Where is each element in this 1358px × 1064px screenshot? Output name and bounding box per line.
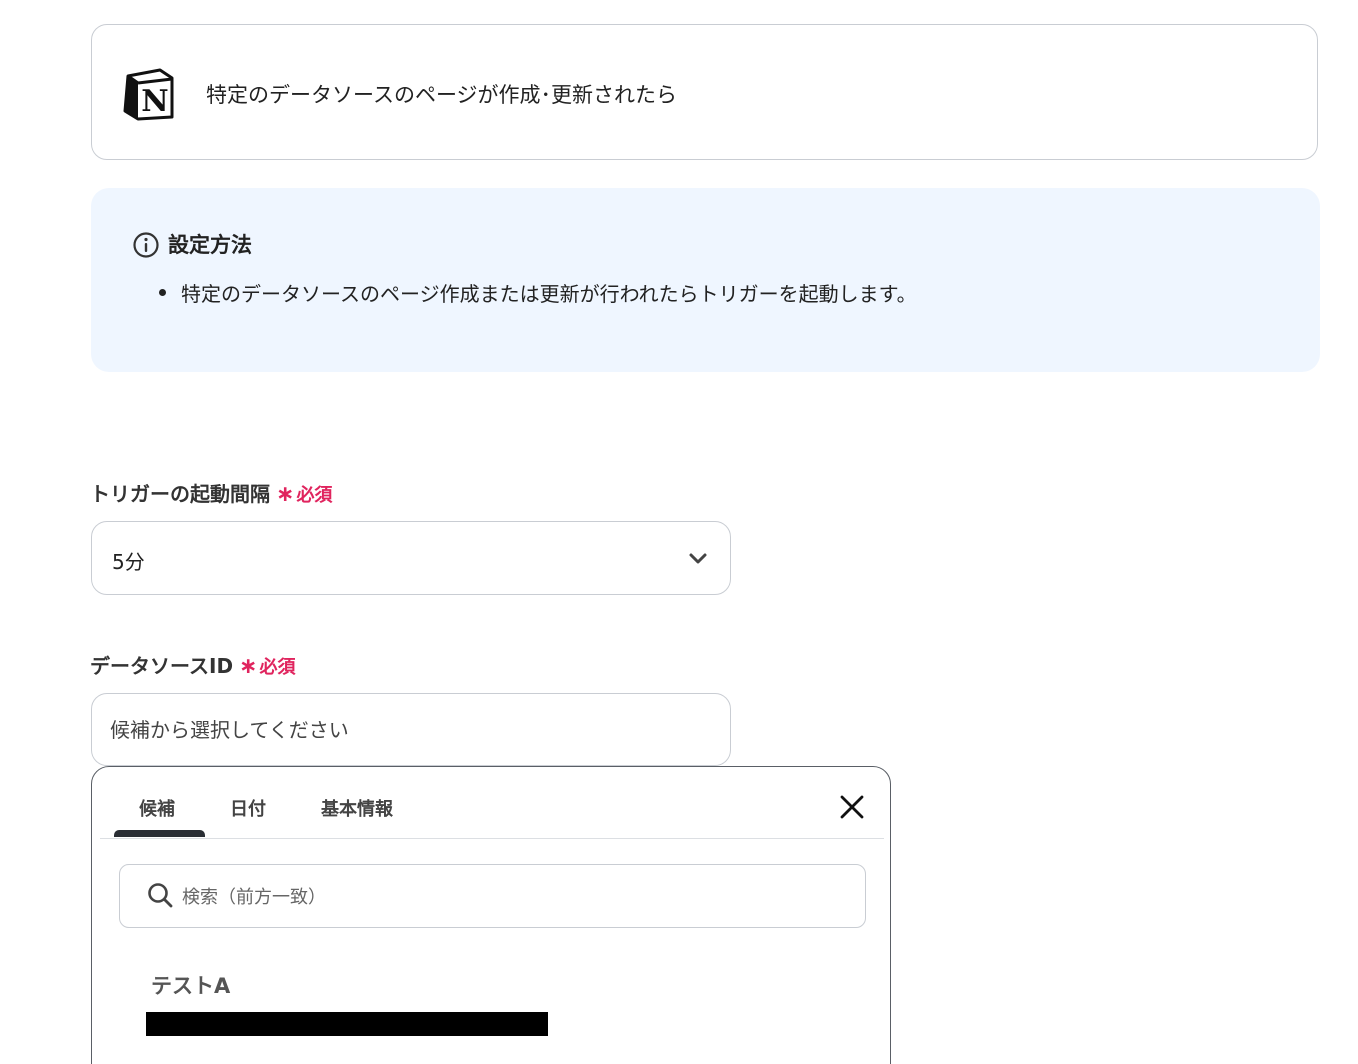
search-input[interactable] (180, 877, 824, 917)
info-icon (133, 232, 159, 258)
list-item-title: テストA (151, 974, 231, 998)
notion-icon: N (123, 68, 174, 121)
interval-label: トリガーの起動間隔 ∗ 必須 (90, 478, 332, 507)
required-star: ∗ (276, 482, 295, 507)
search-icon (148, 883, 173, 908)
list-item[interactable]: テストA (134, 955, 854, 1045)
interval-select-value: 5分 (112, 550, 145, 574)
redacted-id (146, 1012, 548, 1036)
datasource-input[interactable] (91, 693, 731, 766)
interval-label-text: トリガーの起動間隔 (90, 482, 270, 506)
page: N 特定のデータソースのページが作成･更新されたら 設定方法 特定のデータソース… (0, 0, 1358, 1064)
search-box[interactable] (119, 864, 866, 928)
close-icon[interactable] (838, 793, 866, 821)
info-item: 特定のデータソースのページ作成または更新が行われたらトリガーを起動します。 (181, 282, 917, 306)
tab-candidates[interactable]: 候補 (139, 795, 175, 821)
trigger-card[interactable]: N 特定のデータソースのページが作成･更新されたら (91, 24, 1318, 160)
bullet-icon (159, 289, 166, 296)
active-tab-indicator (114, 830, 205, 837)
required-text: 必須 (259, 657, 296, 678)
trigger-title: 特定のデータソースのページが作成･更新されたら (206, 83, 678, 107)
info-box: 設定方法 特定のデータソースのページ作成または更新が行われたらトリガーを起動しま… (91, 188, 1320, 372)
info-title: 設定方法 (168, 233, 252, 257)
interval-select[interactable]: 5分 (91, 521, 731, 595)
chevron-down-icon (689, 553, 707, 564)
tab-divider (100, 838, 884, 839)
required-star: ∗ (239, 654, 258, 679)
datasource-label-text: データソースID (90, 654, 234, 678)
datasource-label: データソースID ∗ 必須 (90, 650, 295, 679)
svg-text:N: N (141, 84, 168, 119)
suggestion-panel: 候補 日付 基本情報 テストA (91, 766, 891, 1064)
tab-basic-info[interactable]: 基本情報 (321, 795, 393, 821)
required-text: 必須 (296, 485, 333, 506)
tab-date[interactable]: 日付 (230, 795, 266, 821)
